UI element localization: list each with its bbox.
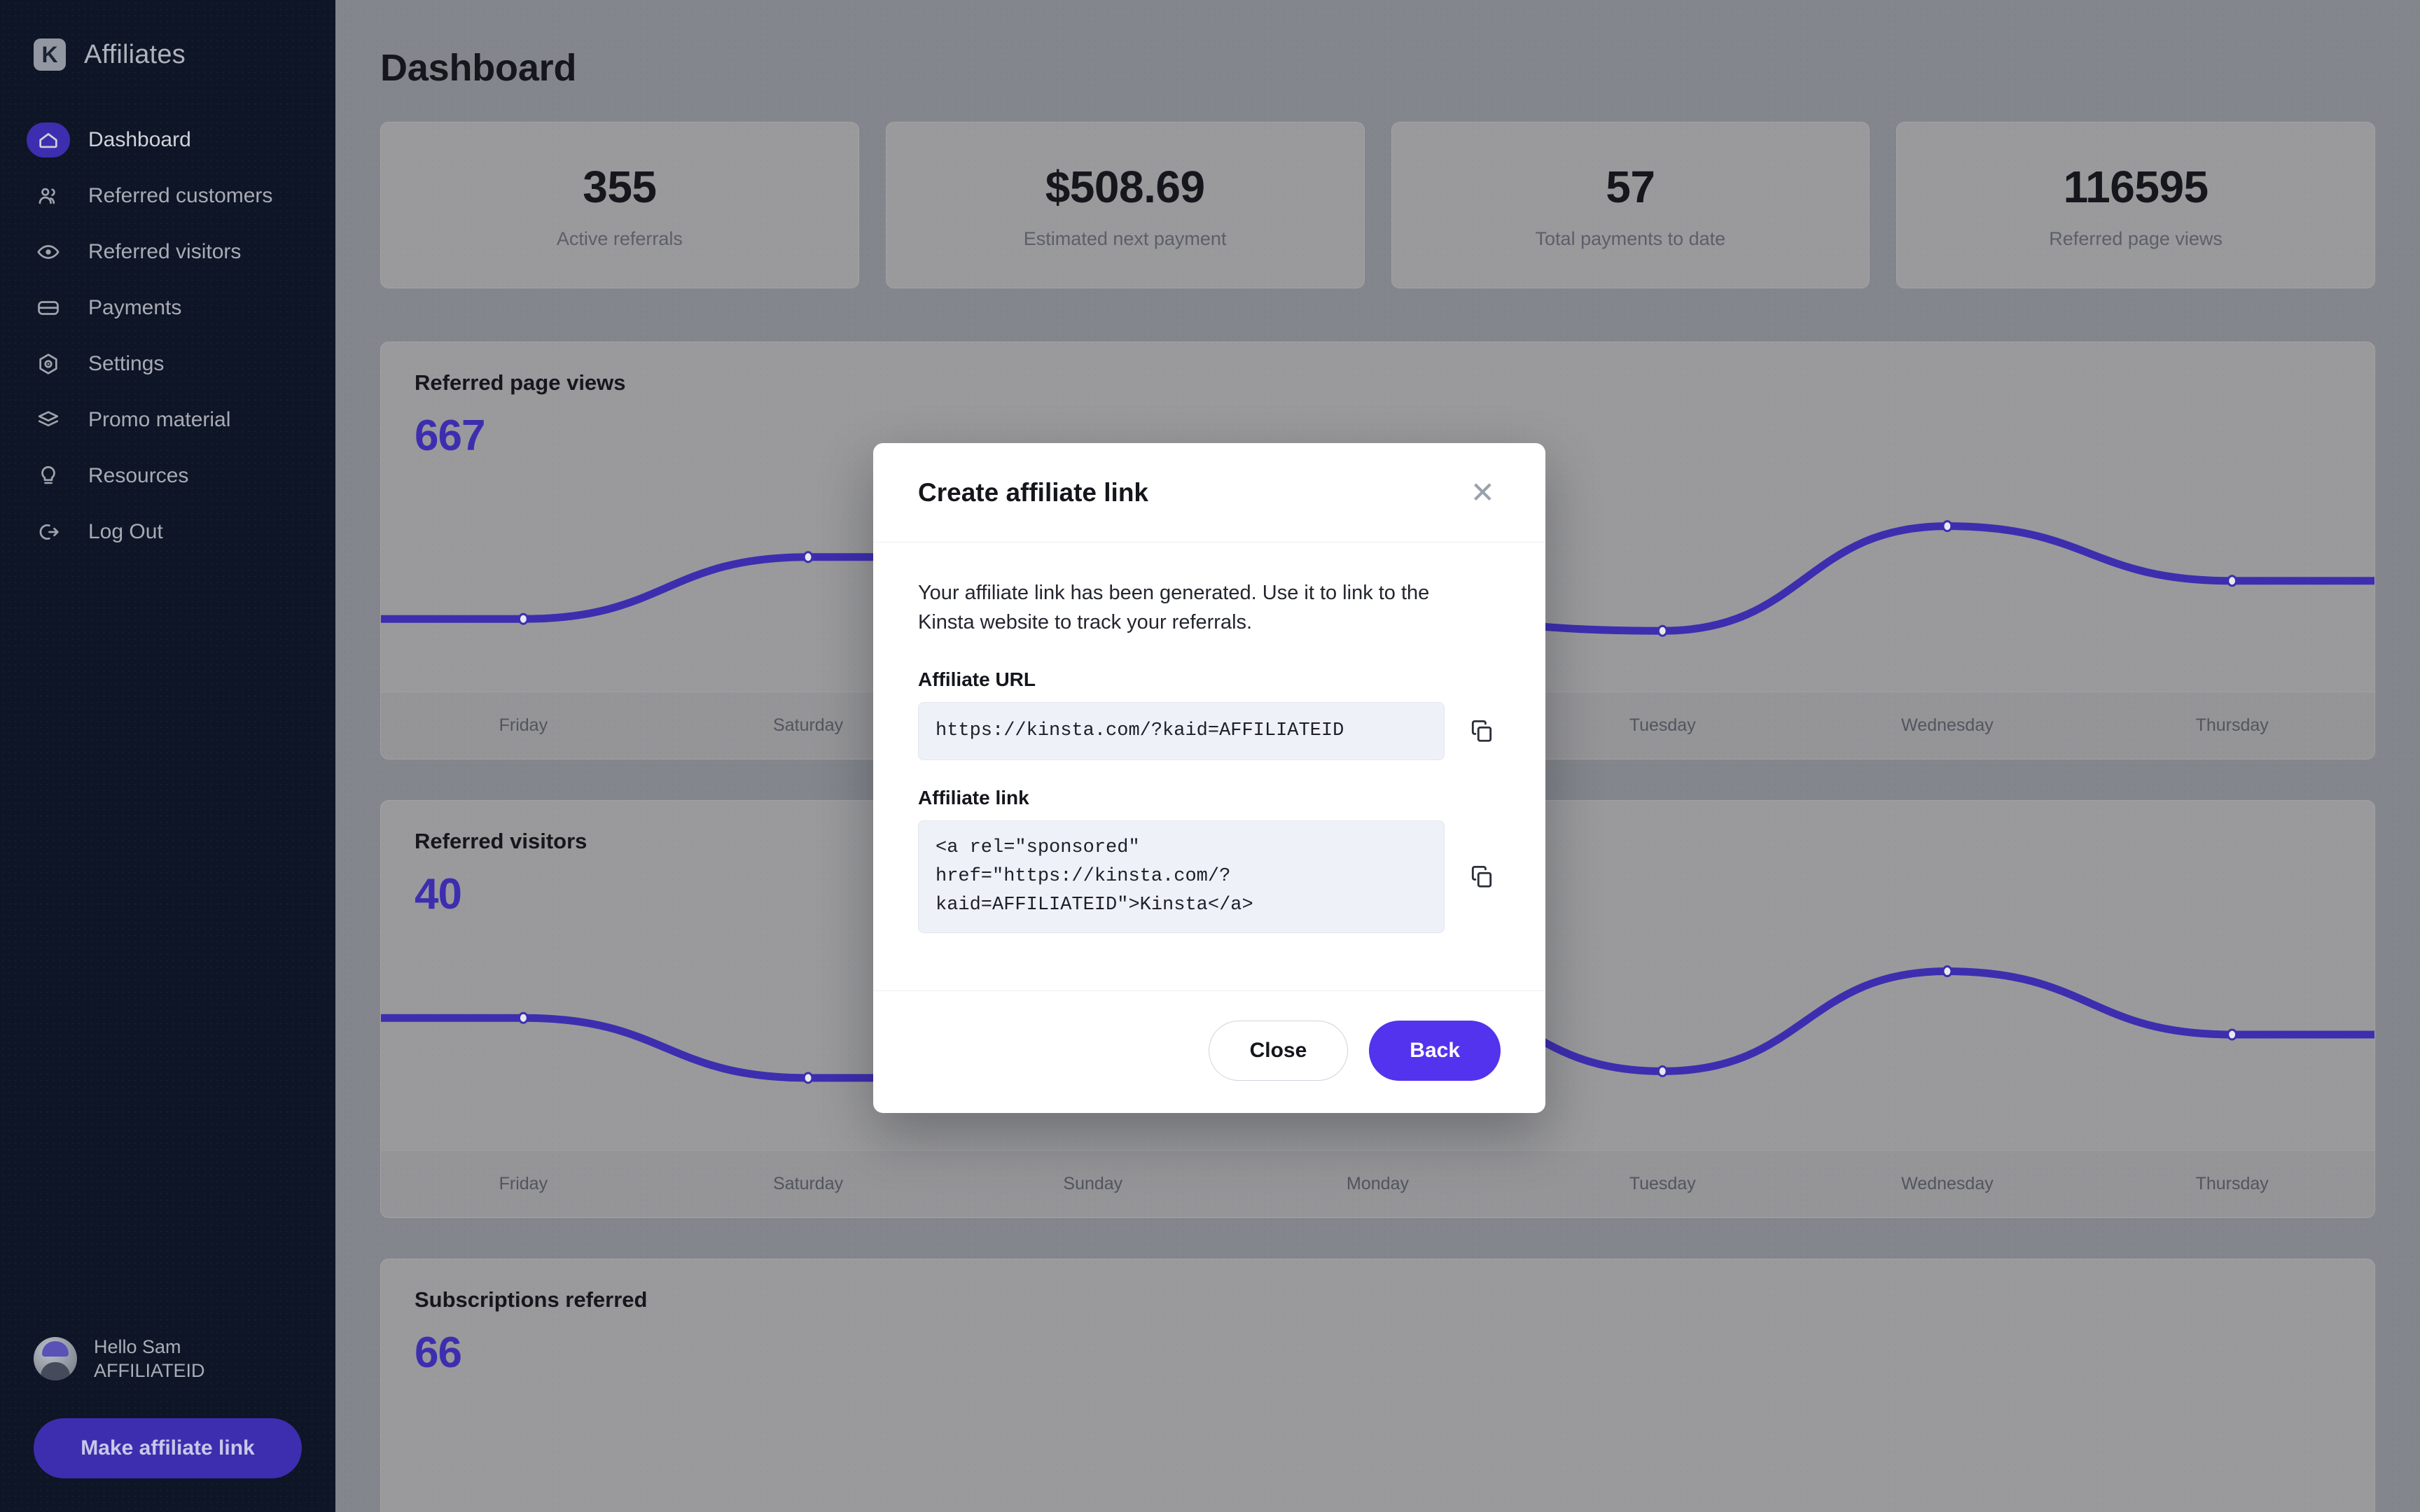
stat-card-estimated-next-payment: $508.69 Estimated next payment: [885, 122, 1365, 288]
axis-tick: Thursday: [2195, 715, 2269, 735]
modal-description: Your affiliate link has been generated. …: [918, 582, 1430, 634]
sidebar-item-label: Referred visitors: [88, 240, 242, 263]
stat-value: 57: [1606, 161, 1655, 212]
create-affiliate-link-modal: Create affiliate link ✕ Your affiliate l…: [873, 443, 1545, 1113]
affiliate-link-label: Affiliate link: [918, 786, 1029, 808]
stat-value: 355: [583, 161, 657, 212]
copy-icon[interactable]: [1463, 712, 1501, 750]
axis-tick: Thursday: [2195, 1174, 2269, 1194]
sidebar-item-label: Promo material: [88, 408, 231, 431]
eye-icon: [27, 234, 70, 270]
sidebar-nav: Dashboard Referred customers Referred vi…: [0, 112, 335, 560]
modal-header: Create affiliate link ✕: [873, 443, 1545, 542]
affiliate-url-label: Affiliate URL: [918, 668, 1036, 690]
brand: K Affiliates: [0, 0, 335, 84]
stat-label: Total payments to date: [1535, 227, 1726, 249]
sidebar-item-label: Log Out: [88, 520, 163, 543]
axis-tick: Sunday: [1063, 1174, 1123, 1194]
stat-card-active-referrals: 355 Active referrals: [380, 122, 859, 288]
affiliate-url-row: https://kinsta.com/?kaid=AFFILIATEID: [918, 701, 1501, 760]
make-affiliate-link-button[interactable]: Make affiliate link: [34, 1418, 302, 1478]
user-text: Hello Sam AFFILIATEID: [94, 1335, 205, 1383]
brand-title: Affiliates: [84, 39, 186, 69]
stat-value: 116595: [2063, 161, 2209, 212]
sidebar: K Affiliates Dashboard Referred customer…: [0, 0, 335, 1512]
axis-tick: Monday: [1347, 1174, 1409, 1194]
sidebar-item-resources[interactable]: Resources: [0, 448, 335, 504]
user-greeting: Hello Sam: [94, 1336, 181, 1357]
stats-row: 355 Active referrals $508.69 Estimated n…: [380, 122, 2375, 288]
line-chart-subscriptions-referred: [381, 1378, 2374, 1512]
avatar: [34, 1337, 77, 1381]
page-title: Dashboard: [380, 47, 577, 89]
stat-label: Active referrals: [556, 227, 683, 249]
axis-tick: Tuesday: [1629, 1174, 1696, 1194]
sidebar-item-dashboard[interactable]: Dashboard: [0, 112, 335, 168]
layers-icon: [27, 402, 70, 438]
users-icon: [27, 178, 70, 214]
kinsta-logo-icon: K: [34, 38, 66, 71]
stat-label: Estimated next payment: [1023, 227, 1227, 249]
axis-tick: Friday: [499, 715, 548, 735]
sidebar-item-referred-visitors[interactable]: Referred visitors: [0, 224, 335, 280]
chart-card-subscriptions-referred: Subscriptions referred 66: [380, 1259, 2375, 1512]
affiliate-link-value[interactable]: <a rel="sponsored" href="https://kinsta.…: [918, 820, 1445, 933]
close-button[interactable]: Close: [1208, 1020, 1349, 1081]
chart-value: 66: [415, 1329, 462, 1377]
axis-tick: Wednesday: [1901, 1174, 1994, 1194]
sidebar-item-payments[interactable]: Payments: [0, 280, 335, 336]
sidebar-item-log-out[interactable]: Log Out: [0, 504, 335, 560]
modal-body: Your affiliate link has been generated. …: [873, 542, 1545, 990]
sidebar-item-settings[interactable]: Settings: [0, 336, 335, 392]
stat-card-referred-page-views: 116595 Referred page views: [1896, 122, 2375, 288]
modal-title: Create affiliate link: [918, 477, 1149, 507]
gear-hexagon-icon: [27, 346, 70, 382]
user-profile[interactable]: Hello Sam AFFILIATEID: [34, 1335, 302, 1383]
credit-card-icon: [27, 290, 70, 326]
sidebar-item-promo-material[interactable]: Promo material: [0, 392, 335, 448]
home-icon: [27, 122, 70, 158]
sidebar-item-label: Payments: [88, 296, 182, 319]
sidebar-item-label: Resources: [88, 464, 189, 487]
chart-head: Subscriptions referred 66: [381, 1259, 2374, 1378]
sidebar-footer: Hello Sam AFFILIATEID Make affiliate lin…: [0, 1335, 335, 1512]
chart-x-axis: Friday Saturday Sunday Monday Tuesday We…: [381, 1150, 2374, 1217]
affiliate-url-value[interactable]: https://kinsta.com/?kaid=AFFILIATEID: [918, 701, 1445, 760]
modal-footer: Close Back: [873, 990, 1545, 1113]
axis-tick: Friday: [499, 1174, 548, 1194]
copy-icon[interactable]: [1463, 858, 1501, 895]
affiliate-link-row: <a rel="sponsored" href="https://kinsta.…: [918, 820, 1501, 933]
chart-title: Subscriptions referred: [415, 1287, 648, 1312]
logout-icon: [27, 514, 70, 550]
axis-tick: Wednesday: [1901, 715, 1994, 735]
stat-value: $508.69: [1045, 161, 1205, 212]
sidebar-item-referred-customers[interactable]: Referred customers: [0, 168, 335, 224]
affiliates-dashboard-app: K Affiliates Dashboard Referred customer…: [0, 0, 2420, 1512]
close-icon[interactable]: ✕: [1463, 474, 1502, 512]
stat-label: Referred page views: [2049, 227, 2223, 249]
stat-card-total-payments-to-date: 57 Total payments to date: [1391, 122, 1870, 288]
sidebar-item-label: Dashboard: [88, 128, 191, 151]
user-affiliate-id: AFFILIATEID: [94, 1360, 205, 1382]
axis-tick: Saturday: [773, 1174, 844, 1194]
lightbulb-icon: [27, 458, 70, 493]
sidebar-item-label: Settings: [88, 352, 165, 375]
sidebar-item-label: Referred customers: [88, 184, 273, 207]
back-button[interactable]: Back: [1369, 1020, 1501, 1081]
axis-tick: Tuesday: [1629, 715, 1696, 735]
chart-title: Referred page views: [415, 370, 626, 395]
